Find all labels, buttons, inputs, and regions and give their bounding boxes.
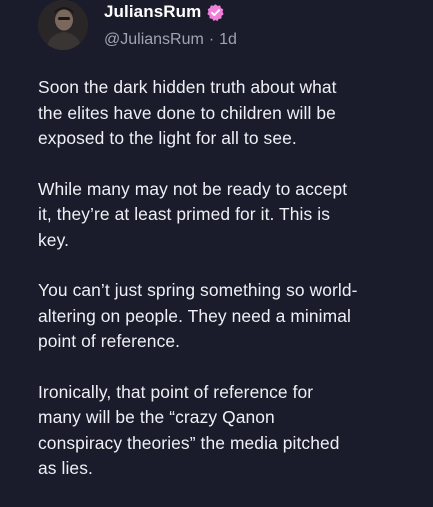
post-age: 1d [219,31,237,48]
post-paragraph: You can’t just spring something so world… [38,280,358,351]
post-header: JuliansRum @JuliansRum · 1d [38,0,418,52]
post-card: JuliansRum @JuliansRum · 1d Soon the dar… [0,0,433,500]
post-paragraph: While many may not be ready to accept it… [38,178,348,250]
name-row: JuliansRum [104,1,225,23]
user-avatar-icon [38,0,88,50]
handle-row: @JuliansRum · 1d [104,30,237,50]
separator: · [208,31,215,48]
handle[interactable]: @JuliansRum [104,31,204,49]
display-name[interactable]: JuliansRum [104,2,201,22]
post-paragraph: Soon the dark hidden truth about what th… [38,77,337,148]
post-paragraph: Ironically, that point of reference for … [38,381,340,479]
post-body: Soon the dark hidden truth about what th… [38,75,406,507]
verified-badge-icon [206,3,225,22]
avatar[interactable] [38,0,88,50]
